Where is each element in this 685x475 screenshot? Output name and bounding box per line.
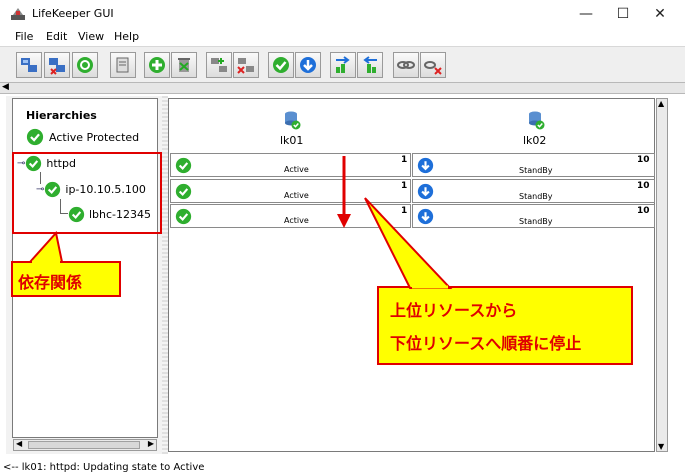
maximize-button[interactable]: ☐ (605, 0, 641, 28)
check-icon (26, 128, 44, 146)
dependency-create-icon (336, 56, 350, 73)
server-db-icon (285, 111, 301, 130)
check-icon (273, 57, 289, 73)
arrow-down-icon (417, 183, 434, 200)
refresh-button[interactable] (72, 52, 98, 78)
log-viewer-icon (116, 57, 129, 73)
in-service-button[interactable] (268, 52, 294, 78)
server-disconnect-icon (49, 58, 65, 75)
active-protected-label: Active Protected (49, 130, 140, 144)
resource-priority: 10 (637, 155, 650, 165)
status-legend: Active Protected (26, 128, 139, 146)
scroll-down-icon[interactable]: ▼ (658, 442, 664, 451)
scrollbar-thumb[interactable] (28, 441, 140, 449)
link-icon (397, 61, 415, 69)
resource-priority: 1 (401, 181, 408, 191)
check-icon (175, 208, 192, 225)
create-dependency-button[interactable] (330, 52, 356, 78)
scroll-left-icon[interactable]: ◀ (2, 82, 9, 92)
scroll-right-icon[interactable]: ▶ (148, 439, 154, 448)
callout-line-1: 上位リソースから (390, 301, 518, 320)
server-db-icon (529, 111, 545, 130)
close-button[interactable]: ✕ (642, 0, 678, 28)
callout-line-2: 下位リソースへ順番に停止 (390, 334, 582, 353)
menu-view[interactable]: View (78, 30, 104, 43)
delete-comm-path-button[interactable] (420, 52, 446, 78)
view-logs-button[interactable] (110, 52, 136, 78)
arrow-down-icon (300, 57, 316, 73)
window-title: LifeKeeper GUI (32, 7, 114, 20)
lifekeeper-app-icon (11, 8, 25, 20)
resource-state: Active (284, 191, 309, 200)
delete-resource-button[interactable] (171, 52, 197, 78)
create-resource-button[interactable] (144, 52, 170, 78)
resource-state: Active (284, 216, 309, 225)
resource-cell-lk01-row2[interactable]: Active 1 (170, 179, 411, 203)
resource-priority: 1 (401, 206, 408, 216)
plus-icon (149, 57, 165, 73)
unlink-icon (424, 61, 442, 75)
arrow-down-icon (417, 208, 434, 225)
menu-help[interactable]: Help (114, 30, 139, 43)
scroll-left-icon[interactable]: ◀ (16, 439, 22, 448)
resource-priority: 10 (637, 206, 650, 216)
resource-cell-lk01-row3[interactable]: Active 1 (170, 204, 411, 228)
dependency-highlight-box (12, 152, 162, 234)
arrow-down-icon (417, 157, 434, 174)
disconnect-server-button[interactable] (44, 52, 70, 78)
toolbar (0, 46, 685, 82)
out-of-service-button[interactable] (295, 52, 321, 78)
menu-edit[interactable]: Edit (46, 30, 67, 43)
hierarchies-title: Hierarchies (26, 109, 97, 122)
resource-cell-lk02-row2[interactable]: StandBy 10 (412, 179, 655, 203)
extend-icon (211, 58, 227, 72)
server-connect-icon (21, 58, 37, 72)
server-name-lk01: lk01 (280, 134, 304, 147)
check-icon (175, 157, 192, 174)
extend-resource-button[interactable] (206, 52, 232, 78)
resource-state: Active (284, 165, 309, 174)
status-message: <-- lk01: httpd: Updating state to Activ… (3, 462, 205, 473)
resource-cell-lk02-row1[interactable]: StandBy 10 (412, 153, 655, 177)
resource-vertical-scrollbar[interactable]: ▲ ▼ (656, 98, 668, 452)
resource-state: StandBy (519, 217, 553, 226)
resource-state: StandBy (519, 192, 553, 201)
dependency-delete-icon (363, 56, 377, 73)
menu-bar: File Edit View Help (0, 28, 685, 46)
unextend-icon (237, 58, 254, 74)
create-comm-path-button[interactable] (393, 52, 419, 78)
title-bar: LifeKeeper GUI — ☐ ✕ (0, 0, 685, 28)
resource-priority: 10 (637, 181, 650, 191)
resource-cell-lk02-row3[interactable]: StandBy 10 (412, 204, 655, 228)
check-icon (175, 183, 192, 200)
refresh-icon (77, 57, 93, 73)
delete-dependency-button[interactable] (357, 52, 383, 78)
scroll-up-icon[interactable]: ▲ (658, 99, 664, 108)
resource-cell-lk01-row1[interactable]: Active 1 (170, 153, 411, 177)
hierarchy-horizontal-scrollbar[interactable]: ◀ ▶ (13, 439, 157, 451)
dependency-annotation: 依存関係 (18, 273, 83, 292)
resource-status-panel (168, 98, 655, 452)
resource-state: StandBy (519, 166, 553, 175)
server-name-lk02: lk02 (523, 134, 547, 147)
menu-file[interactable]: File (15, 30, 33, 43)
hierarchy-panel (12, 98, 158, 438)
status-bar: <-- lk01: httpd: Updating state to Activ… (0, 460, 685, 475)
resource-priority: 1 (401, 155, 408, 165)
connect-server-button[interactable] (16, 52, 42, 78)
toolbar-scrollbar[interactable]: ◀ (0, 82, 685, 94)
minimize-button[interactable]: — (568, 0, 604, 28)
trash-icon (178, 58, 190, 72)
unextend-resource-button[interactable] (233, 52, 259, 78)
